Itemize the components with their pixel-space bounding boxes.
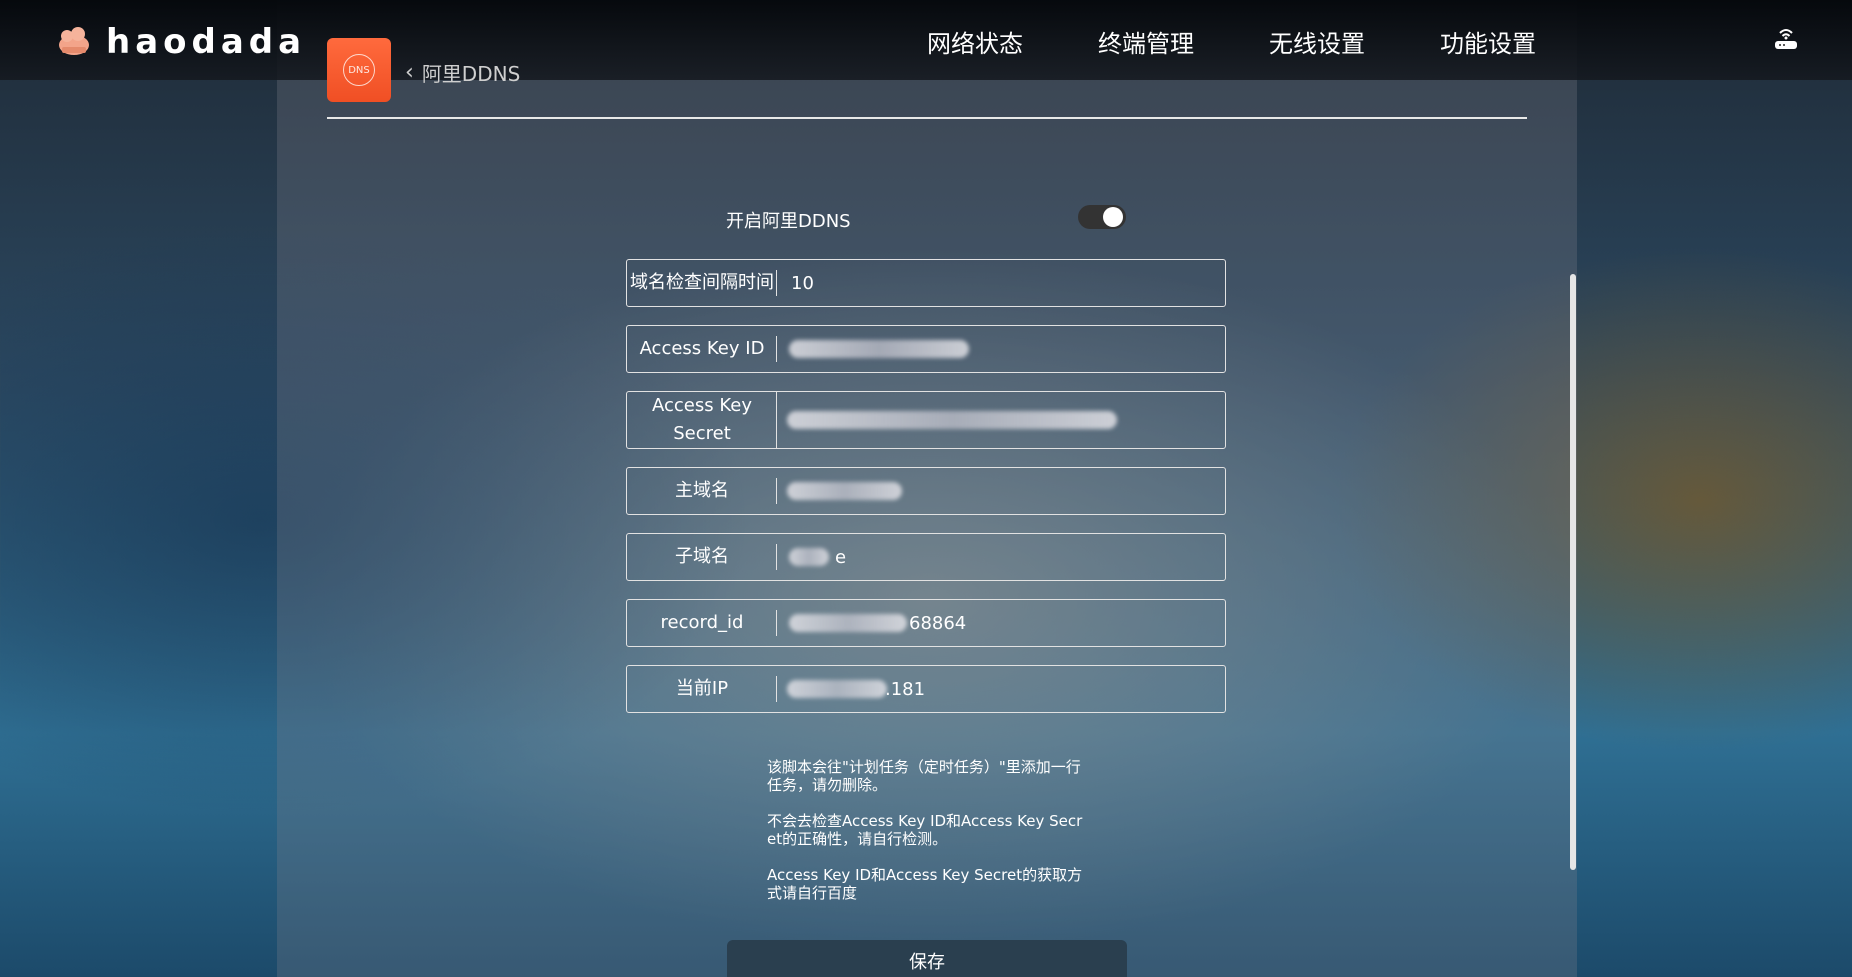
chevron-left-icon: ‹: [405, 59, 414, 85]
field-label: Access Key Secret: [627, 392, 777, 448]
help-notes: 该脚本会往"计划任务（定时任务）"里添加一行任务，请勿删除。 不会去检查Acce…: [767, 758, 1087, 920]
field-value: 10: [791, 272, 814, 294]
note-text: 不会去检查Access Key ID和Access Key Secret的正确性…: [767, 812, 1083, 848]
main-nav: 网络状态 终端管理 无线设置 功能设置: [927, 24, 1611, 59]
nav-network-status[interactable]: 网络状态: [927, 24, 1023, 59]
brand-name: haodada: [106, 22, 307, 62]
top-navbar: haodada 网络状态 终端管理 无线设置 功能设置: [0, 0, 1852, 80]
current-ip-input[interactable]: .181: [777, 666, 1225, 712]
enable-ddns-row: 开启阿里DDNS: [726, 203, 1126, 233]
field-label: 主域名: [627, 477, 777, 505]
redacted-value: [789, 614, 907, 632]
redacted-value: [787, 680, 887, 698]
field-label: 当前IP: [627, 675, 777, 703]
field-label: 子域名: [627, 543, 777, 571]
current-ip-field: 当前IP .181: [626, 665, 1226, 713]
redacted-value: [789, 548, 829, 566]
access-key-secret-input[interactable]: [777, 392, 1225, 448]
access-key-secret-field: Access Key Secret: [626, 391, 1226, 449]
subdomain-input[interactable]: e: [777, 534, 1225, 580]
record-id-field: record_id 68864: [626, 599, 1226, 647]
redacted-value: [787, 482, 902, 500]
field-value: 68864: [909, 612, 967, 634]
field-label: 域名检查间隔时间: [627, 269, 777, 297]
record-id-input[interactable]: 68864: [777, 600, 1225, 646]
note-text: 该脚本会往"计划任务（定时任务）"里添加一行任务，请勿删除。: [767, 758, 1081, 794]
back-breadcrumb[interactable]: ‹ 阿里DDNS: [405, 58, 520, 87]
dns-badge-text: DNS: [343, 54, 375, 86]
main-domain-field: 主域名: [626, 467, 1226, 515]
nav-wireless-settings[interactable]: 无线设置: [1269, 24, 1365, 59]
scrollbar[interactable]: [1570, 274, 1576, 870]
save-button[interactable]: 保存: [727, 940, 1127, 977]
check-interval-input[interactable]: 10: [777, 260, 1225, 306]
check-interval-field: 域名检查间隔时间 10: [626, 259, 1226, 307]
header-divider: [327, 117, 1527, 119]
field-value: .181: [885, 678, 926, 700]
redacted-value: [787, 411, 1117, 429]
nav-function-settings[interactable]: 功能设置: [1440, 24, 1536, 59]
redacted-value: [789, 340, 969, 358]
router-icon[interactable]: [1772, 24, 1800, 52]
subdomain-field: 子域名 e: [626, 533, 1226, 581]
dns-app-icon: DNS: [327, 38, 391, 102]
main-domain-input[interactable]: [777, 468, 1225, 514]
access-key-id-input[interactable]: [777, 326, 1225, 372]
brand-logo[interactable]: haodada: [56, 22, 306, 62]
field-value: e: [835, 546, 847, 568]
breadcrumb-label: 阿里DDNS: [421, 61, 521, 86]
field-label: record_id: [627, 609, 777, 637]
logo-icon: [56, 27, 92, 57]
toggle-knob: [1103, 207, 1123, 227]
note-text: Access Key ID和Access Key Secret的获取方式请自行百…: [767, 866, 1083, 902]
field-label: Access Key ID: [627, 335, 777, 363]
page-header: DNS ‹ 阿里DDNS: [327, 38, 520, 102]
nav-terminal-management[interactable]: 终端管理: [1098, 24, 1194, 59]
enable-ddns-toggle[interactable]: [1078, 205, 1126, 229]
access-key-id-field: Access Key ID: [626, 325, 1226, 373]
enable-ddns-label: 开启阿里DDNS: [726, 211, 851, 232]
